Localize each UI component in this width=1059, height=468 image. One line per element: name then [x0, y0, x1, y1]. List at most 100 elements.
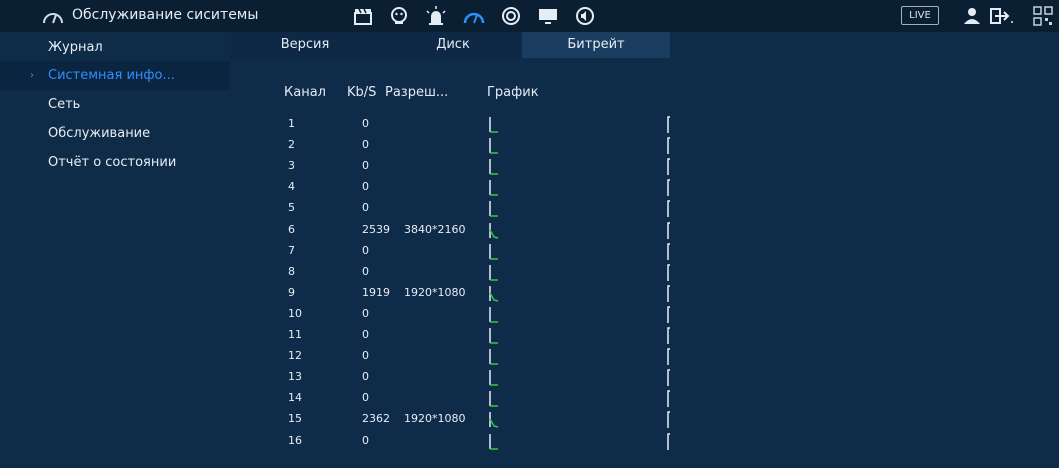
- channel-cell: 10: [288, 306, 302, 320]
- tab-disk[interactable]: Диск: [379, 32, 527, 58]
- table-row: 40: [231, 177, 1059, 198]
- kbs-cell: 1919: [362, 285, 390, 299]
- bitrate-graph-start: [489, 117, 498, 133]
- channel-cell: 3: [288, 159, 295, 173]
- bitrate-graph-end: [667, 306, 670, 323]
- tab-bitrate[interactable]: Битрейт: [522, 32, 670, 58]
- table-row: 6 2539 3840*2160: [231, 220, 1059, 241]
- bitrate-graph-end: [667, 263, 670, 281]
- kbs-cell: 0: [362, 243, 369, 257]
- alarm-light-icon[interactable]: [424, 6, 448, 26]
- bitrate-graph-start: [489, 264, 498, 281]
- page-title: Обслуживание сиситемы: [72, 7, 259, 23]
- table-row: 10 0: [231, 304, 1059, 325]
- sidebar: Журнал › Системная инфо... Сеть Обслужив…: [0, 32, 230, 468]
- channel-cell: 7: [288, 243, 295, 257]
- sidebar-item-network[interactable]: Сеть: [0, 90, 230, 119]
- speaker-icon[interactable]: [573, 6, 597, 26]
- bitrate-graph-end: [667, 390, 670, 408]
- bitrate-graph-start: [489, 201, 498, 218]
- resolution-cell: 3840*2160: [404, 222, 466, 236]
- table-row: 20: [231, 135, 1059, 156]
- kbs-cell: 0: [362, 201, 369, 215]
- main-content: Версия Диск Битрейт Канал Kb/S Разреш...…: [231, 32, 1059, 468]
- logout-icon[interactable]: [988, 7, 1014, 25]
- table-row: 70: [231, 241, 1059, 262]
- column-header-graph: График: [487, 85, 539, 100]
- channel-cell: 9: [288, 285, 295, 299]
- table-row: 13 0: [231, 367, 1059, 388]
- channel-cell: 8: [288, 264, 295, 278]
- channel-cell: 15: [288, 412, 302, 426]
- kbs-cell: 0: [362, 180, 369, 194]
- kbs-cell: 2539: [362, 222, 390, 236]
- column-header-resolution: Разреш...: [385, 85, 449, 100]
- table-row: 11 0: [231, 325, 1059, 346]
- bitrate-graph-start: [489, 222, 499, 239]
- bitrate-graph-start: [489, 243, 498, 260]
- channel-cell: 16: [288, 433, 302, 447]
- bitrate-graph-start: [489, 180, 498, 197]
- bitrate-graph-end: [667, 432, 670, 450]
- user-icon[interactable]: [963, 7, 981, 25]
- table-row: 50: [231, 198, 1059, 219]
- bitrate-graph-end: [667, 369, 670, 387]
- kbs-cell: 0: [362, 117, 369, 130]
- table-row: 30: [231, 156, 1059, 177]
- sidebar-item-status-report[interactable]: Отчёт о состоянии: [0, 148, 230, 177]
- bitrate-graph-end: [667, 411, 670, 429]
- kbs-cell: 0: [362, 370, 369, 384]
- sidebar-item-label: Отчёт о состоянии: [48, 155, 177, 170]
- channel-cell: 2: [288, 138, 295, 152]
- sidebar-item-system-info[interactable]: › Системная инфо...: [0, 61, 230, 90]
- column-header-channel: Канал: [284, 85, 326, 100]
- face-icon[interactable]: [387, 6, 411, 26]
- table-row: 12 0: [231, 346, 1059, 367]
- table-row: 10: [231, 114, 1059, 135]
- bitrate-graph-start: [489, 138, 498, 154]
- tab-version[interactable]: Версия: [231, 32, 379, 58]
- kbs-cell: 0: [362, 328, 369, 341]
- bitrate-graph-end: [667, 200, 670, 218]
- table-row: 14 0: [231, 388, 1059, 409]
- bitrate-graph-start: [489, 391, 498, 408]
- table-row: 15 2362 1920*1080: [231, 409, 1059, 430]
- kbs-cell: 0: [362, 391, 369, 405]
- table-row: 9 1919 1920*1080: [231, 283, 1059, 304]
- chevron-right-icon: ›: [30, 70, 34, 81]
- live-button[interactable]: LIVE: [901, 6, 939, 25]
- sidebar-item-maintenance[interactable]: Обслуживание: [0, 119, 230, 148]
- kbs-cell: 0: [362, 264, 369, 278]
- column-header-kbs: Kb/S: [347, 85, 377, 100]
- kbs-cell: 2362: [362, 412, 390, 426]
- clapperboard-icon[interactable]: [351, 6, 375, 26]
- qr-code-icon[interactable]: [1033, 6, 1053, 26]
- bitrate-graph-start: [489, 306, 498, 323]
- sidebar-item-label: Обслуживание: [48, 126, 151, 141]
- table-row: 80: [231, 262, 1059, 283]
- resolution-cell: 1920*1080: [404, 412, 466, 426]
- tab-bar: Версия Диск Битрейт: [231, 32, 1059, 58]
- sidebar-item-label: Журнал: [48, 40, 103, 55]
- channel-cell: 1: [288, 117, 295, 130]
- channel-cell: 14: [288, 391, 302, 405]
- bitrate-graph-end: [667, 158, 670, 176]
- bitrate-graph-end: [667, 327, 670, 344]
- channel-cell: 6: [288, 222, 295, 236]
- bitrate-graph-end: [667, 242, 670, 260]
- bitrate-graph-end: [667, 285, 670, 302]
- table-row: 16 0: [231, 431, 1059, 452]
- bitrate-graph-start: [489, 370, 498, 386]
- channel-cell: 5: [288, 201, 295, 215]
- kbs-cell: 0: [362, 306, 369, 320]
- top-bar: Обслуживание сиситемы LIVE: [0, 0, 1059, 32]
- target-icon[interactable]: [499, 6, 523, 26]
- bitrate-graph-start: [489, 285, 499, 302]
- bitrate-graph-start: [489, 412, 499, 429]
- monitor-icon[interactable]: [536, 6, 560, 26]
- sidebar-item-journal[interactable]: Журнал: [0, 33, 230, 62]
- speedometer-icon[interactable]: [462, 6, 486, 26]
- kbs-cell: 0: [362, 138, 369, 152]
- bitrate-graph-end: [667, 221, 670, 239]
- kbs-cell: 0: [362, 349, 369, 363]
